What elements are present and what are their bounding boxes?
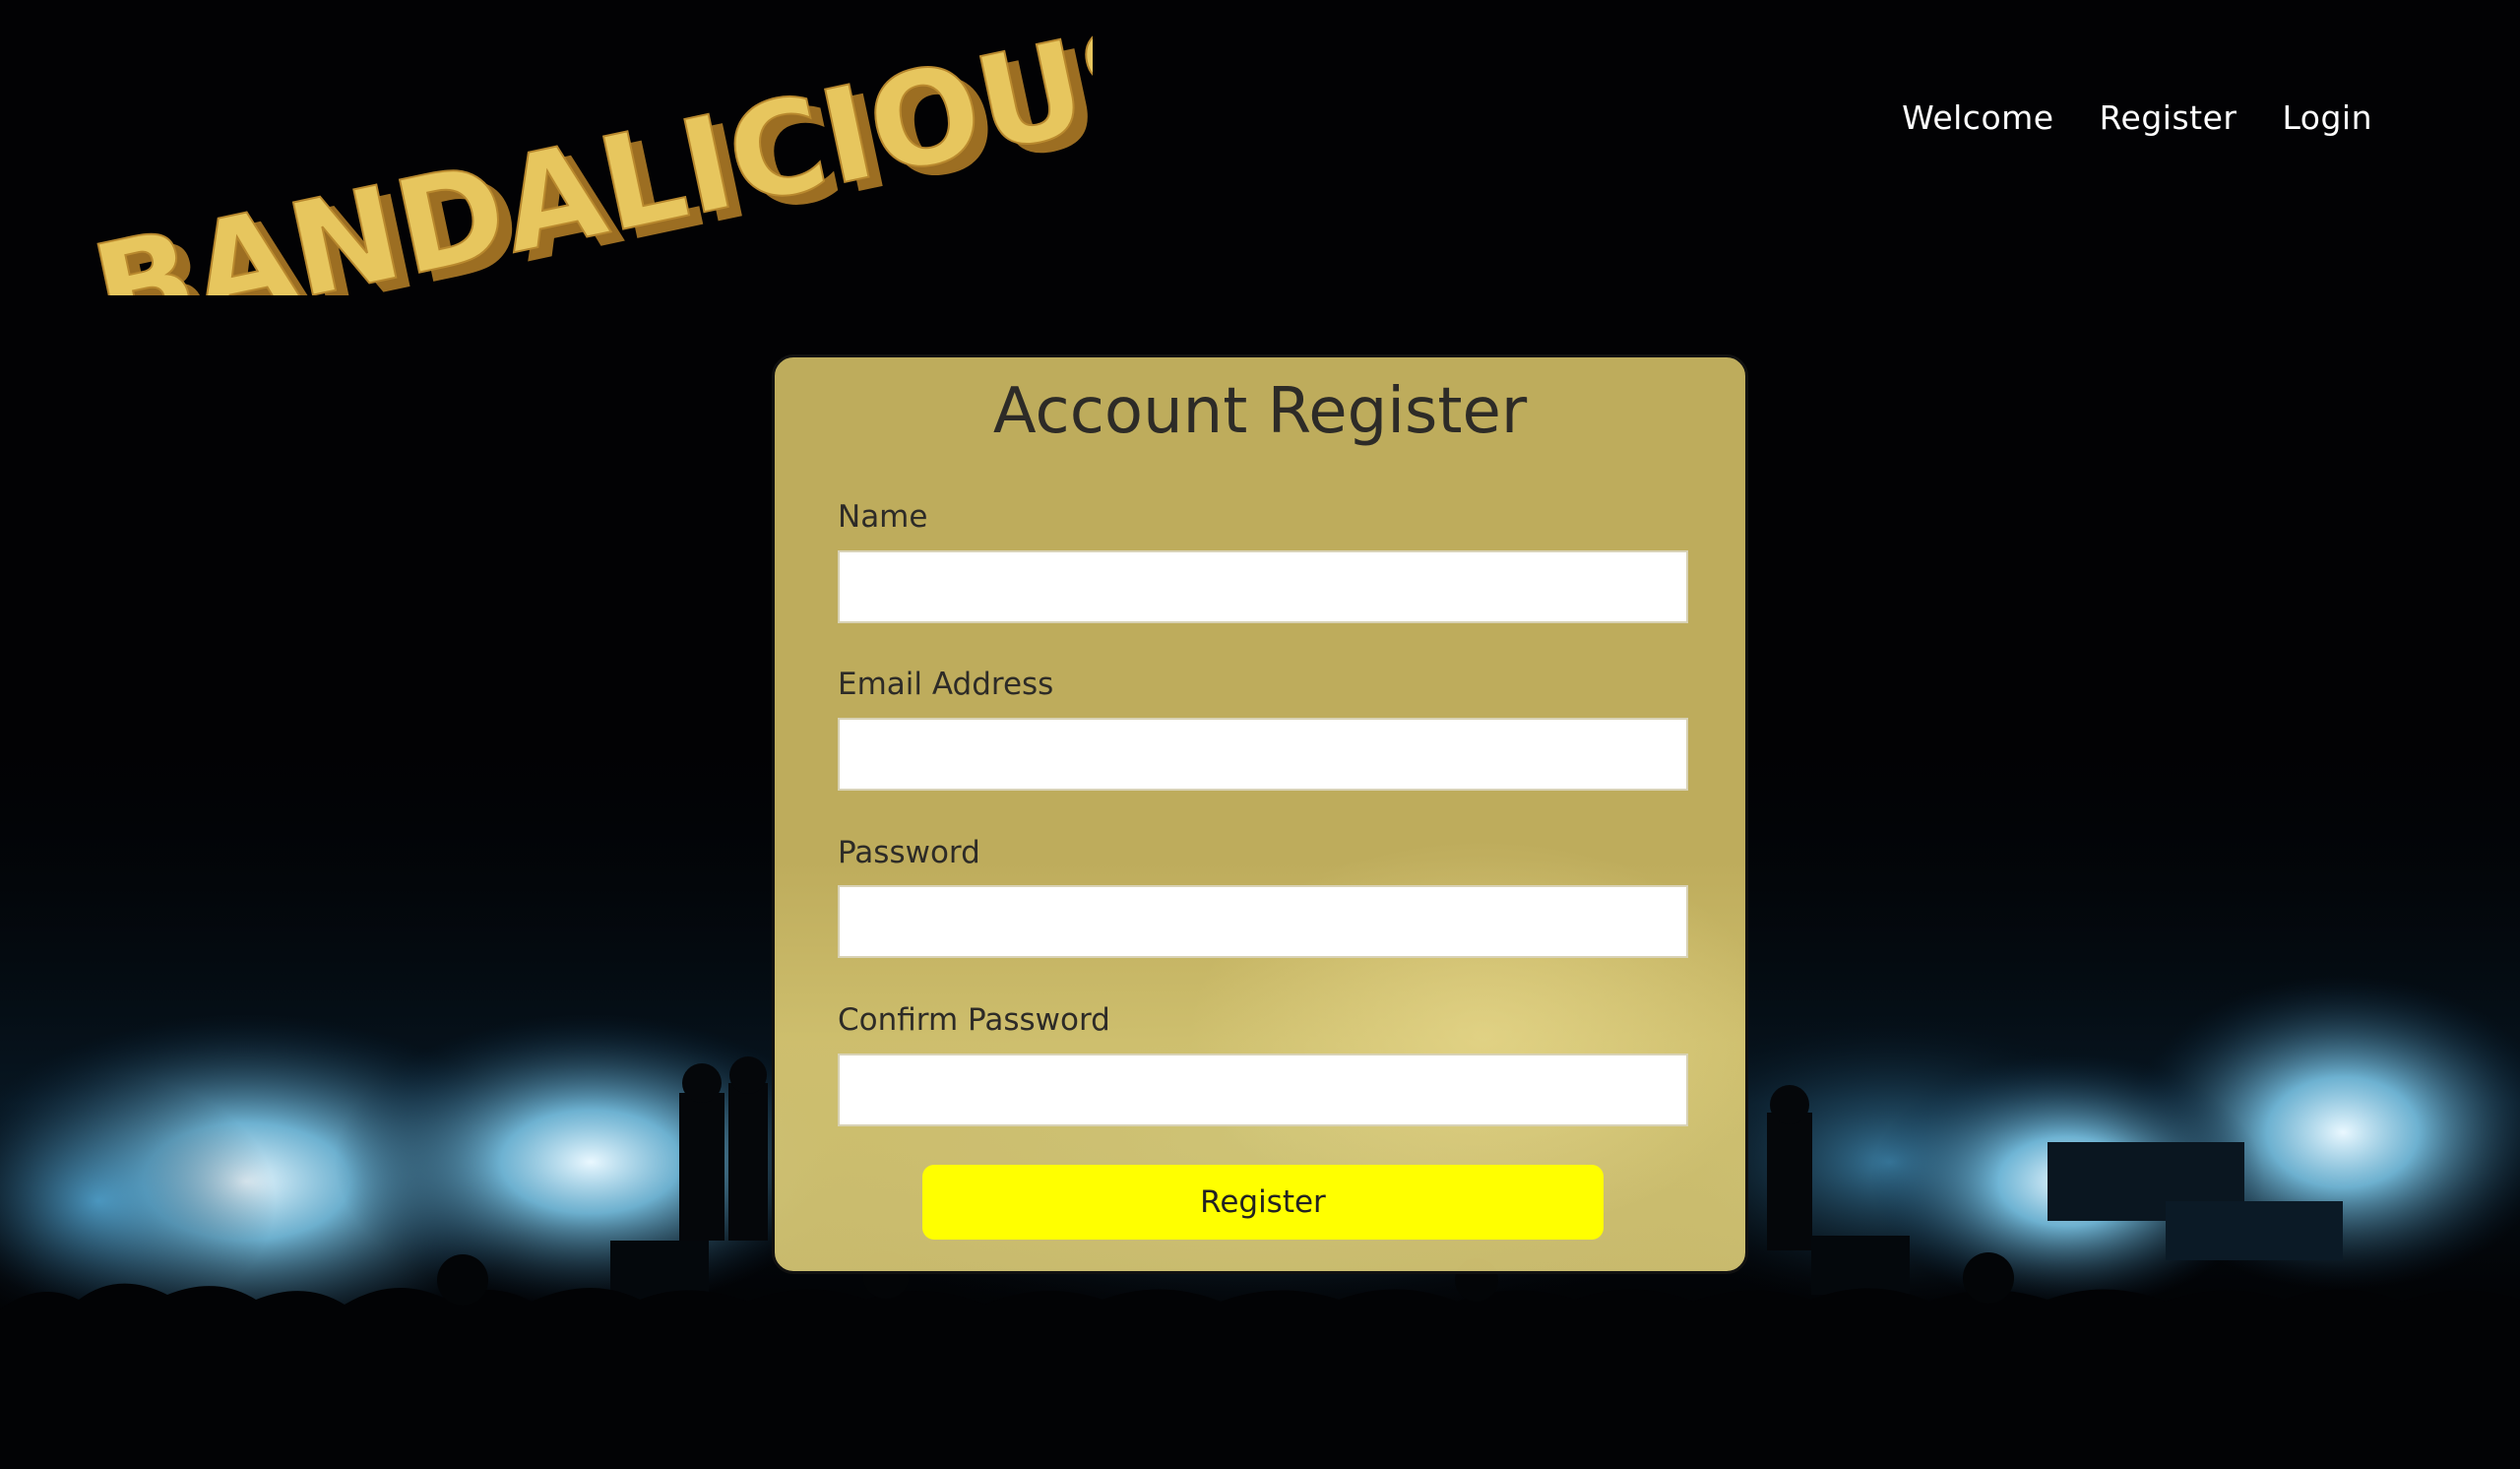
name-input[interactable] [838,550,1688,623]
top-nav: Welcome Register Login [1902,98,2372,137]
nav-register-link[interactable]: Register [2100,98,2237,137]
confirm-password-label: Confirm Password [838,1002,1110,1038]
confirm-password-input[interactable] [838,1054,1688,1126]
register-form-card: Account Register Name Email Address Pass… [772,354,1748,1274]
form-title: Account Register [992,375,1528,448]
email-label: Email Address [838,667,1054,702]
svg-text:BANDALICIOUS: BANDALICIOUS [81,20,1093,295]
bandalicious-logo[interactable]: BANDALICIOUS BANDALICIOUS [69,20,1093,295]
register-page: BANDALICIOUS BANDALICIOUS Welcome Regist… [0,0,2520,1469]
nav-welcome-link[interactable]: Welcome [1902,98,2053,137]
password-label: Password [838,835,980,870]
nav-login-link[interactable]: Login [2282,98,2372,137]
card-glow [775,357,1745,1271]
password-input[interactable] [838,885,1688,958]
email-input[interactable] [838,718,1688,791]
name-label: Name [838,499,928,535]
register-button[interactable]: Register [922,1165,1604,1240]
